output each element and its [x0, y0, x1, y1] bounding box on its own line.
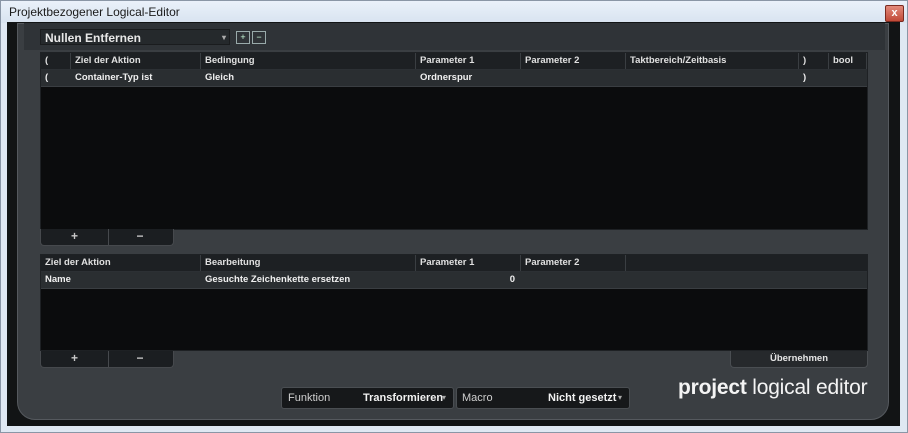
filter-table: ( Ziel der Aktion Bedingung Parameter 1 …	[40, 52, 868, 230]
column-header[interactable]: Bedingung	[201, 53, 416, 69]
column-header[interactable]: Parameter 1	[416, 255, 521, 271]
filter-button-bar: + −	[40, 229, 174, 246]
macro-selector[interactable]: Macro Nicht gesetzt ▾	[456, 387, 630, 409]
table-cell[interactable]: Ordnerspur	[416, 70, 521, 86]
action-button-bar: + −	[40, 351, 174, 368]
store-preset-icon[interactable]: +	[236, 31, 250, 44]
column-header[interactable]: Ziel der Aktion	[41, 255, 201, 271]
add-filter-button[interactable]: +	[41, 229, 109, 245]
macro-value[interactable]: Nicht gesetzt	[548, 388, 616, 408]
column-header[interactable]: Taktbereich/Zeitbasis	[626, 53, 799, 69]
column-header[interactable]: bool	[829, 53, 867, 69]
chevron-down-icon: ▾	[618, 393, 623, 402]
column-header[interactable]: Bearbeitung	[201, 255, 416, 271]
column-header[interactable]: Ziel der Aktion	[71, 53, 201, 69]
table-cell[interactable]: Name	[41, 272, 201, 288]
brand-bold: project	[678, 376, 747, 399]
table-row[interactable]: ( Container-Typ ist Gleich Ordnerspur )	[41, 70, 867, 87]
action-table-header: Ziel der Aktion Bearbeitung Parameter 1 …	[41, 255, 867, 272]
function-label: Funktion	[288, 392, 331, 404]
table-cell[interactable]: Gleich	[201, 70, 416, 86]
chevron-down-icon: ▾	[442, 393, 447, 402]
table-cell[interactable]: )	[799, 70, 829, 86]
macro-label: Macro	[462, 392, 493, 404]
chevron-down-icon: ▾	[221, 33, 226, 42]
apply-button[interactable]: Übernehmen	[730, 351, 868, 368]
function-selector[interactable]: Funktion Transformieren ▾	[281, 387, 454, 409]
column-header[interactable]: )	[799, 53, 829, 69]
title-bar: Projektbezogener Logical-Editor x	[1, 1, 907, 23]
close-icon[interactable]: x	[885, 5, 904, 22]
table-cell[interactable]	[521, 272, 626, 288]
table-cell[interactable]	[521, 70, 626, 86]
preset-name: Nullen Entfernen	[45, 31, 142, 45]
table-cell[interactable]: 0	[416, 272, 521, 288]
filter-table-header: ( Ziel der Aktion Bedingung Parameter 1 …	[41, 53, 867, 70]
column-header[interactable]: (	[41, 53, 71, 69]
remove-action-button[interactable]: −	[108, 351, 172, 367]
remove-preset-icon[interactable]: −	[252, 31, 266, 44]
remove-filter-button[interactable]: −	[108, 229, 172, 245]
column-header[interactable]: Parameter 1	[416, 53, 521, 69]
add-action-button[interactable]: +	[41, 351, 109, 367]
column-header[interactable]: Parameter 2	[521, 53, 626, 69]
function-value[interactable]: Transformieren	[363, 388, 443, 408]
table-cell[interactable]: Gesuchte Zeichenkette ersetzen	[201, 272, 416, 288]
table-cell[interactable]: (	[41, 70, 71, 86]
table-cell[interactable]	[829, 70, 867, 86]
table-row[interactable]: Name Gesuchte Zeichenkette ersetzen 0	[41, 272, 867, 289]
brand-logo: project logical editor	[678, 376, 868, 400]
column-header[interactable]: Parameter 2	[521, 255, 626, 271]
window-title: Projektbezogener Logical-Editor	[9, 5, 180, 19]
action-table: Ziel der Aktion Bearbeitung Parameter 1 …	[40, 254, 868, 351]
table-cell[interactable]: Container-Typ ist	[71, 70, 201, 86]
table-cell[interactable]	[626, 70, 799, 86]
brand-rest: logical editor	[746, 376, 868, 399]
preset-dropdown[interactable]: Nullen Entfernen ▾	[40, 29, 230, 45]
